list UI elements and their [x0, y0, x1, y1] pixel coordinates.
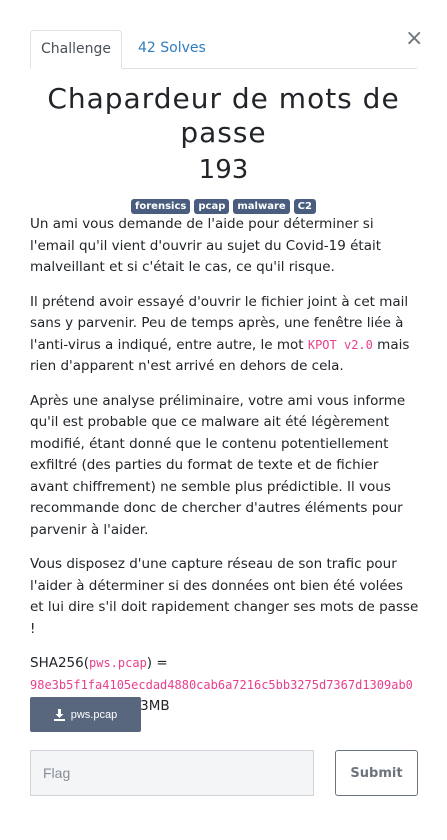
tab-challenge[interactable]: Challenge [30, 30, 122, 69]
description-paragraph: Après une analyse préliminaire, votre am… [30, 392, 406, 538]
flag-input[interactable] [30, 750, 314, 796]
tag-badge: pcap [194, 199, 230, 214]
tag-badge: C2 [293, 199, 316, 214]
challenge-title: Chapardeur de mots de passe [47, 82, 400, 149]
tag-badge: forensics [131, 199, 191, 214]
download-label: pws.pcap [70, 708, 118, 721]
sha-filename: pws.pcap [89, 656, 147, 670]
challenge-tabs: Challenge 42 Solves [30, 30, 417, 69]
download-icon [53, 708, 65, 721]
tag-badge: malware [233, 199, 290, 214]
inline-code: KPOT v2.0 [307, 337, 373, 352]
tag-list: forensics pcap malware C2 [0, 199, 447, 214]
sha-label: SHA256( [30, 655, 89, 671]
download-pws-pcap-button[interactable]: pws.pcap [30, 697, 141, 732]
description-paragraph: Il prétend avoir essayé d'ouvrir le fich… [30, 292, 419, 378]
challenge-points: 193 [198, 155, 249, 185]
tab-solves[interactable]: 42 Solves [138, 30, 206, 68]
submit-button[interactable]: Submit [335, 750, 418, 796]
description-paragraph: Un ami vous demande de l'aide pour déter… [30, 216, 382, 275]
challenge-description: Un ami vous demande de l'aide pour déter… [30, 214, 419, 731]
description-paragraph: Vous disposez d'une capture réseau de so… [30, 556, 419, 637]
close-icon[interactable]: × [405, 28, 423, 50]
sha-label-end: ) = [146, 655, 168, 671]
